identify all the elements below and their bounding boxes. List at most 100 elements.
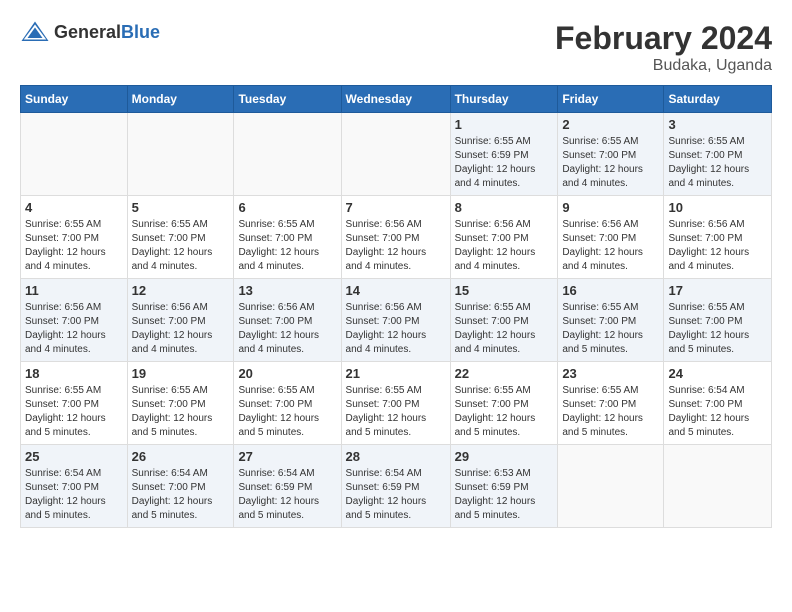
calendar-cell: 11Sunrise: 6:56 AM Sunset: 7:00 PM Dayli… <box>21 279 128 362</box>
day-info: Sunrise: 6:56 AM Sunset: 7:00 PM Dayligh… <box>132 301 230 357</box>
calendar-cell: 17 Sunrise: 6:55 AM Sunset: 7:00 PM Dayli… <box>664 279 772 362</box>
header: GeneralBlue February 2024 Budaka, Uganda <box>20 20 772 75</box>
day-info: Sunrise: 6:55 AM Sunset: 7:00 PM Dayligh… <box>132 384 230 440</box>
day-number: 10 <box>668 200 767 215</box>
weekday-header-row: SundayMondayTuesdayWednesdayThursdayFrid… <box>21 86 772 113</box>
day-info: Sunrise: 6:54 AM Sunset: 7:00 PM Dayligh… <box>668 384 767 440</box>
calendar-cell: 13Sunrise: 6:56 AM Sunset: 7:00 PM Dayli… <box>234 279 341 362</box>
logo-icon <box>20 20 50 44</box>
subtitle: Budaka, Uganda <box>555 57 772 75</box>
calendar-cell <box>127 113 234 196</box>
week-row-2: 11Sunrise: 6:56 AM Sunset: 7:00 PM Dayli… <box>21 279 772 362</box>
day-number: 21 <box>346 366 446 381</box>
day-number: 23 <box>562 366 659 381</box>
day-number: 25 <box>25 449 123 464</box>
week-row-0: 1 Sunrise: 6:55 AM Sunset: 6:59 PM Daylig… <box>21 113 772 196</box>
calendar-cell: 3 Sunrise: 6:55 AM Sunset: 7:00 PM Daylig… <box>664 113 772 196</box>
day-number: 16 <box>562 283 659 298</box>
weekday-header-tuesday: Tuesday <box>234 86 341 113</box>
day-info: Sunrise: 6:55 AM Sunset: 7:00 PM Dayligh… <box>25 218 123 274</box>
logo: GeneralBlue <box>20 20 160 44</box>
day-info: Sunrise: 6:54 AM Sunset: 6:59 PM Dayligh… <box>346 467 446 523</box>
calendar-cell: 26Sunrise: 6:54 AM Sunset: 7:00 PM Dayli… <box>127 445 234 528</box>
day-number: 2 <box>562 117 659 132</box>
calendar-cell: 24 Sunrise: 6:54 AM Sunset: 7:00 PM Dayli… <box>664 362 772 445</box>
calendar-cell <box>21 113 128 196</box>
day-number: 4 <box>25 200 123 215</box>
day-number: 7 <box>346 200 446 215</box>
day-info: Sunrise: 6:55 AM Sunset: 7:00 PM Dayligh… <box>238 384 336 440</box>
day-info: Sunrise: 6:55 AM Sunset: 7:00 PM Dayligh… <box>132 218 230 274</box>
calendar-cell: 16 Sunrise: 6:55 AM Sunset: 7:00 PM Dayli… <box>558 279 664 362</box>
day-info: Sunrise: 6:55 AM Sunset: 7:00 PM Dayligh… <box>25 384 123 440</box>
week-row-4: 25 Sunrise: 6:54 AM Sunset: 7:00 PM Dayli… <box>21 445 772 528</box>
calendar-header: SundayMondayTuesdayWednesdayThursdayFrid… <box>21 86 772 113</box>
day-info: Sunrise: 6:55 AM Sunset: 7:00 PM Dayligh… <box>346 384 446 440</box>
day-info: Sunrise: 6:54 AM Sunset: 7:00 PM Dayligh… <box>132 467 230 523</box>
weekday-header-thursday: Thursday <box>450 86 558 113</box>
day-number: 17 <box>668 283 767 298</box>
calendar-cell: 27Sunrise: 6:54 AM Sunset: 6:59 PM Dayli… <box>234 445 341 528</box>
calendar-cell: 25 Sunrise: 6:54 AM Sunset: 7:00 PM Dayli… <box>21 445 128 528</box>
day-info: Sunrise: 6:56 AM Sunset: 7:00 PM Dayligh… <box>668 218 767 274</box>
weekday-header-friday: Friday <box>558 86 664 113</box>
day-number: 22 <box>455 366 554 381</box>
day-number: 3 <box>668 117 767 132</box>
day-info: Sunrise: 6:55 AM Sunset: 6:59 PM Dayligh… <box>455 135 554 191</box>
weekday-header-monday: Monday <box>127 86 234 113</box>
day-number: 15 <box>455 283 554 298</box>
calendar-cell: 4 Sunrise: 6:55 AM Sunset: 7:00 PM Daylig… <box>21 196 128 279</box>
calendar-cell: 8 Sunrise: 6:56 AM Sunset: 7:00 PM Daylig… <box>450 196 558 279</box>
day-number: 1 <box>455 117 554 132</box>
day-info: Sunrise: 6:56 AM Sunset: 7:00 PM Dayligh… <box>346 218 446 274</box>
day-info: Sunrise: 6:53 AM Sunset: 6:59 PM Dayligh… <box>455 467 554 523</box>
day-info: Sunrise: 6:56 AM Sunset: 7:00 PM Dayligh… <box>562 218 659 274</box>
day-number: 8 <box>455 200 554 215</box>
calendar-cell: 10 Sunrise: 6:56 AM Sunset: 7:00 PM Dayli… <box>664 196 772 279</box>
day-info: Sunrise: 6:56 AM Sunset: 7:00 PM Dayligh… <box>346 301 446 357</box>
day-info: Sunrise: 6:56 AM Sunset: 7:00 PM Dayligh… <box>455 218 554 274</box>
day-number: 6 <box>238 200 336 215</box>
calendar-body: 1 Sunrise: 6:55 AM Sunset: 6:59 PM Daylig… <box>21 113 772 528</box>
calendar-cell: 5 Sunrise: 6:55 AM Sunset: 7:00 PM Daylig… <box>127 196 234 279</box>
calendar-cell: 21 Sunrise: 6:55 AM Sunset: 7:00 PM Dayli… <box>341 362 450 445</box>
calendar-cell: 29 Sunrise: 6:53 AM Sunset: 6:59 PM Dayli… <box>450 445 558 528</box>
weekday-header-sunday: Sunday <box>21 86 128 113</box>
calendar-cell <box>664 445 772 528</box>
title-area: February 2024 Budaka, Uganda <box>555 20 772 75</box>
calendar-cell: 2 Sunrise: 6:55 AM Sunset: 7:00 PM Daylig… <box>558 113 664 196</box>
day-info: Sunrise: 6:55 AM Sunset: 7:00 PM Dayligh… <box>668 301 767 357</box>
day-number: 27 <box>238 449 336 464</box>
day-info: Sunrise: 6:55 AM Sunset: 7:00 PM Dayligh… <box>562 301 659 357</box>
day-info: Sunrise: 6:55 AM Sunset: 7:00 PM Dayligh… <box>238 218 336 274</box>
logo-text: GeneralBlue <box>54 22 160 43</box>
week-row-1: 4 Sunrise: 6:55 AM Sunset: 7:00 PM Daylig… <box>21 196 772 279</box>
day-number: 12 <box>132 283 230 298</box>
day-number: 19 <box>132 366 230 381</box>
calendar-table: SundayMondayTuesdayWednesdayThursdayFrid… <box>20 85 772 528</box>
day-info: Sunrise: 6:55 AM Sunset: 7:00 PM Dayligh… <box>455 384 554 440</box>
day-info: Sunrise: 6:54 AM Sunset: 7:00 PM Dayligh… <box>25 467 123 523</box>
day-number: 24 <box>668 366 767 381</box>
day-info: Sunrise: 6:55 AM Sunset: 7:00 PM Dayligh… <box>562 135 659 191</box>
calendar-cell: 20 Sunrise: 6:55 AM Sunset: 7:00 PM Dayli… <box>234 362 341 445</box>
day-number: 29 <box>455 449 554 464</box>
day-number: 5 <box>132 200 230 215</box>
day-info: Sunrise: 6:55 AM Sunset: 7:00 PM Dayligh… <box>562 384 659 440</box>
day-number: 18 <box>25 366 123 381</box>
calendar-cell <box>234 113 341 196</box>
calendar-cell: 22 Sunrise: 6:55 AM Sunset: 7:00 PM Dayli… <box>450 362 558 445</box>
day-info: Sunrise: 6:55 AM Sunset: 7:00 PM Dayligh… <box>668 135 767 191</box>
day-number: 28 <box>346 449 446 464</box>
day-number: 20 <box>238 366 336 381</box>
calendar-cell: 28 Sunrise: 6:54 AM Sunset: 6:59 PM Dayli… <box>341 445 450 528</box>
day-info: Sunrise: 6:55 AM Sunset: 7:00 PM Dayligh… <box>455 301 554 357</box>
calendar-cell: 23 Sunrise: 6:55 AM Sunset: 7:00 PM Dayli… <box>558 362 664 445</box>
calendar-cell <box>558 445 664 528</box>
week-row-3: 18 Sunrise: 6:55 AM Sunset: 7:00 PM Dayli… <box>21 362 772 445</box>
day-info: Sunrise: 6:56 AM Sunset: 7:00 PM Dayligh… <box>238 301 336 357</box>
day-number: 9 <box>562 200 659 215</box>
logo-general: General <box>54 22 121 42</box>
calendar-cell: 18 Sunrise: 6:55 AM Sunset: 7:00 PM Dayli… <box>21 362 128 445</box>
calendar-cell: 15 Sunrise: 6:55 AM Sunset: 7:00 PM Dayli… <box>450 279 558 362</box>
